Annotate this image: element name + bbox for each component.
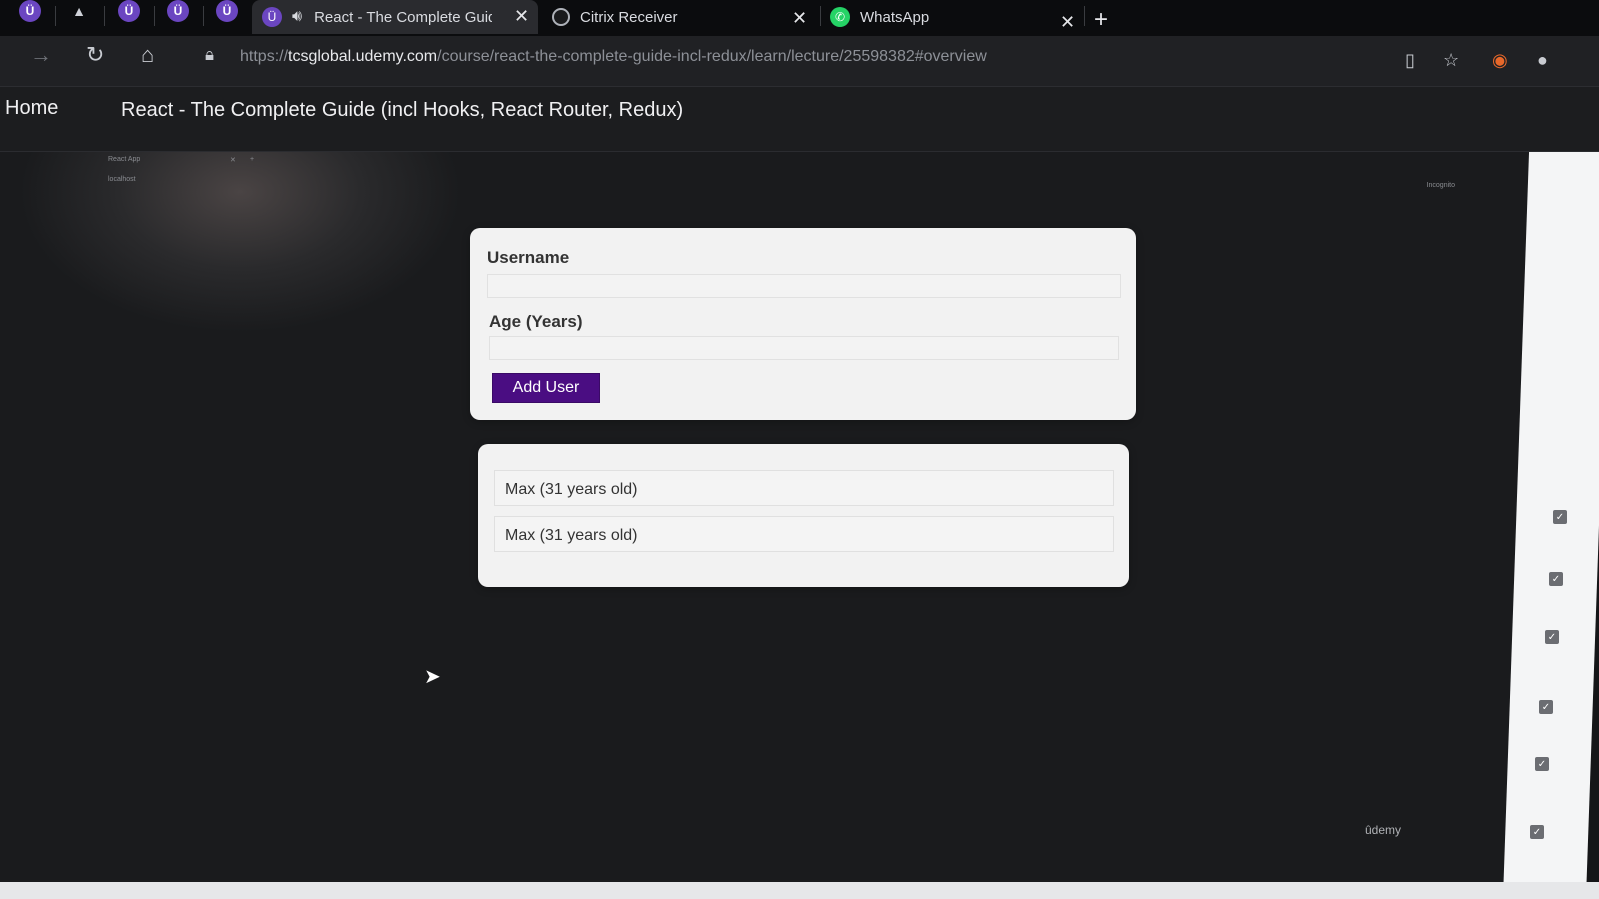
- url-scheme: https://: [240, 48, 289, 65]
- udemy-icon[interactable]: Ü: [19, 0, 41, 22]
- username-input[interactable]: [487, 274, 1121, 298]
- new-tab-icon[interactable]: +: [1094, 6, 1108, 34]
- age-label: Age (Years): [489, 312, 583, 331]
- close-icon: ✕: [230, 157, 236, 164]
- address-bar[interactable]: https://tcsglobal.udemy.com/course/react…: [240, 48, 987, 66]
- list-item: Max (31 years old): [494, 516, 1114, 552]
- home-link[interactable]: Home: [5, 97, 58, 120]
- mini-tab-title: React App: [108, 156, 141, 163]
- tab-divider: [55, 6, 56, 26]
- mountain-icon[interactable]: ▲: [68, 0, 90, 22]
- checkbox-icon[interactable]: ✓: [1530, 825, 1544, 839]
- checkbox-icon[interactable]: ✓: [1535, 757, 1549, 771]
- udemy-icon: Ü: [262, 7, 282, 27]
- bottom-edge: [0, 882, 1599, 899]
- list-item: Max (31 years old): [494, 470, 1114, 506]
- mini-browser-chrome: React App ✕ + localhost Incognito: [100, 152, 1455, 192]
- udemy-icon[interactable]: Ü: [118, 0, 140, 22]
- user-text: Max (31 years old): [505, 527, 638, 544]
- tab-citrix[interactable]: Citrix Receiver ✕: [552, 0, 812, 34]
- video-player[interactable]: React App ✕ + localhost Incognito Userna…: [0, 152, 1560, 882]
- close-icon[interactable]: ✕: [1060, 12, 1075, 33]
- reading-view-icon[interactable]: ▯: [1405, 50, 1415, 71]
- browser-tab-strip: Ü ▲ Ü Ü Ü Ü 🔊︎ React - The Complete Guid…: [0, 0, 1599, 36]
- url-path: /course/react-the-complete-guide-incl-re…: [437, 48, 987, 65]
- tab-divider: [154, 6, 155, 26]
- reload-icon[interactable]: ↻: [86, 42, 104, 68]
- close-icon[interactable]: ✕: [792, 8, 807, 29]
- username-label: Username: [487, 248, 570, 267]
- tab-title: Citrix Receiver: [580, 8, 678, 26]
- tab-whatsapp[interactable]: ✆ WhatsApp ✕: [830, 0, 1080, 34]
- tab-divider: [104, 6, 105, 26]
- citrix-icon: [552, 8, 570, 26]
- lock-icon[interactable]: 🔒︎: [205, 45, 214, 65]
- users-list: Max (31 years old) Max (31 years old): [478, 444, 1129, 587]
- extension-icon[interactable]: ◉: [1492, 50, 1508, 71]
- whatsapp-icon: ✆: [830, 7, 850, 27]
- mouse-cursor-icon: ➤: [424, 666, 441, 688]
- forward-icon[interactable]: →: [30, 42, 52, 68]
- favorites-icon[interactable]: ☆: [1443, 50, 1459, 71]
- udemy-watermark: ûdemy: [1365, 823, 1402, 837]
- course-title: React - The Complete Guide (incl Hooks, …: [121, 99, 684, 121]
- checkbox-icon[interactable]: ✓: [1539, 700, 1553, 714]
- close-icon[interactable]: ✕: [514, 6, 529, 27]
- new-tab-icon: +: [250, 156, 255, 163]
- udemy-icon[interactable]: Ü: [216, 0, 238, 22]
- home-icon[interactable]: ⌂: [141, 42, 154, 68]
- add-user-button[interactable]: Add User: [492, 373, 600, 403]
- speaker-icon[interactable]: 🔊︎: [292, 8, 302, 26]
- tab-divider: [820, 6, 821, 26]
- profile-icon[interactable]: ●: [1537, 50, 1548, 71]
- browser-toolbar: → ↻ ⌂ 🔒︎ https://tcsglobal.udemy.com/cou…: [0, 36, 1599, 87]
- checkbox-icon[interactable]: ✓: [1545, 630, 1559, 644]
- tab-divider: [203, 6, 204, 26]
- url-host: tcsglobal.udemy.com: [288, 48, 438, 65]
- mini-profile-label: Incognito: [1426, 182, 1455, 189]
- user-text: Max (31 years old): [505, 481, 638, 498]
- course-header: Home React - The Complete Guide (incl Ho…: [0, 87, 1599, 152]
- tab-title: React - The Complete Guid: [314, 8, 493, 26]
- checkbox-icon[interactable]: ✓: [1549, 572, 1563, 586]
- tab-title: WhatsApp: [860, 8, 930, 26]
- udemy-icon[interactable]: Ü: [167, 0, 189, 22]
- age-input[interactable]: [489, 336, 1119, 360]
- mini-url: localhost: [108, 176, 136, 183]
- add-user-form: Username Age (Years) Add User: [470, 228, 1136, 420]
- tab-divider: [1084, 6, 1085, 26]
- checkbox-icon[interactable]: ✓: [1553, 510, 1567, 524]
- tab-react-course[interactable]: Ü 🔊︎ React - The Complete Guid ✕: [252, 0, 538, 34]
